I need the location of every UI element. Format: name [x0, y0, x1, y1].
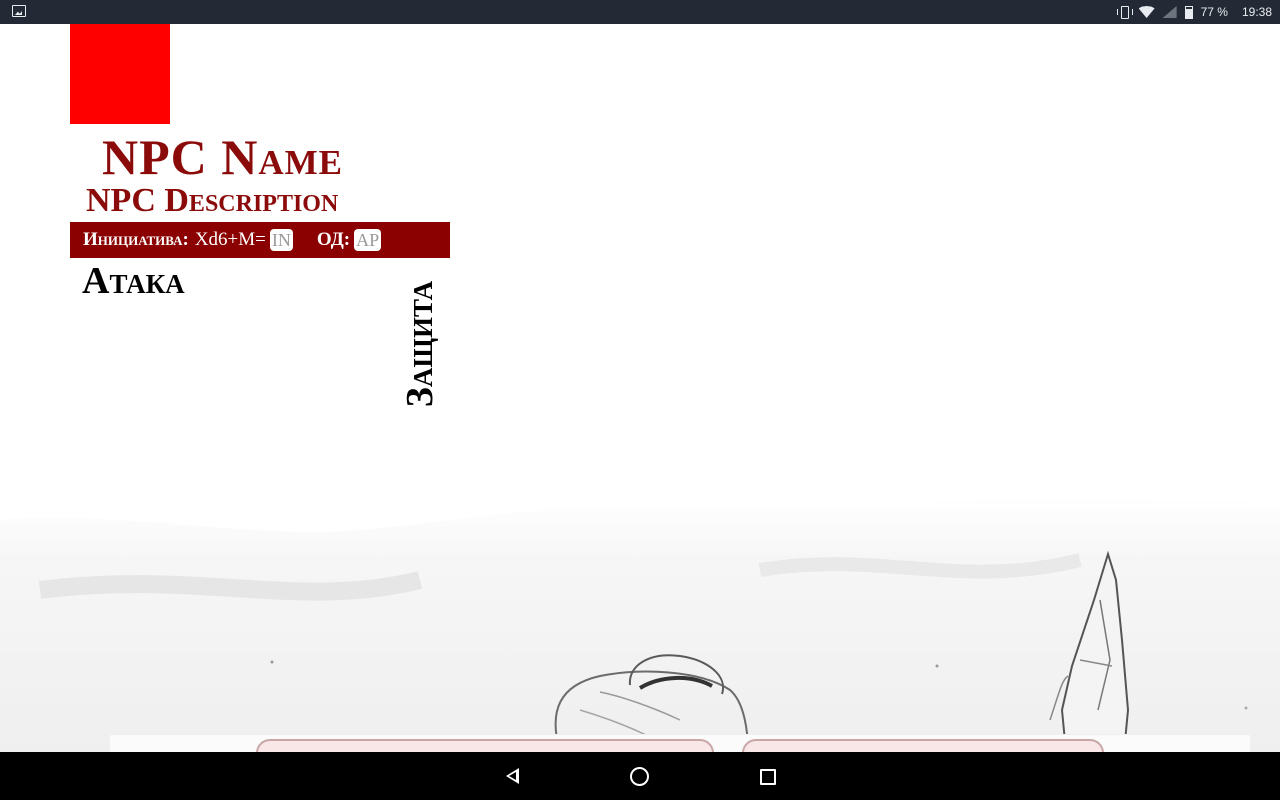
sketch-background-image	[0, 480, 1280, 752]
npc-portrait[interactable]	[70, 24, 170, 124]
initiative-formula: Xd6+M=	[194, 229, 266, 250]
action-points-input[interactable]: AP	[354, 229, 382, 251]
wifi-icon	[1138, 6, 1155, 18]
home-icon[interactable]	[630, 767, 649, 786]
attack-heading: Атака	[82, 260, 185, 302]
bottom-tab-right[interactable]	[742, 739, 1104, 752]
initiative-bar: Инициатива: Xd6+M= IN ОД: AP	[70, 222, 450, 258]
npc-sheet: NPC Name NPC Description Инициатива: Xd6…	[0, 24, 1280, 752]
signal-icon	[1162, 6, 1177, 18]
bottom-tab-left[interactable]	[256, 739, 714, 752]
status-bar: 77 % 19:38	[0, 0, 1280, 24]
initiative-input[interactable]: IN	[269, 229, 293, 251]
vibrate-icon	[1116, 5, 1133, 19]
image-notification-icon	[12, 5, 26, 17]
battery-icon	[1184, 5, 1193, 19]
action-points-label: ОД:	[316, 229, 351, 250]
npc-name[interactable]: NPC Name	[102, 132, 343, 182]
defense-heading: Защита	[399, 268, 441, 420]
status-indicators: 77 % 19:38	[1116, 0, 1272, 24]
defense-heading-text: Защита	[399, 280, 441, 408]
npc-description[interactable]: NPC Description	[86, 184, 338, 218]
battery-percent: 77 %	[1200, 5, 1228, 19]
clock: 19:38	[1241, 5, 1272, 19]
back-icon[interactable]	[502, 766, 522, 786]
recent-apps-icon[interactable]	[760, 769, 776, 785]
initiative-label: Инициатива:	[83, 229, 189, 250]
system-nav-bar	[0, 752, 1280, 800]
